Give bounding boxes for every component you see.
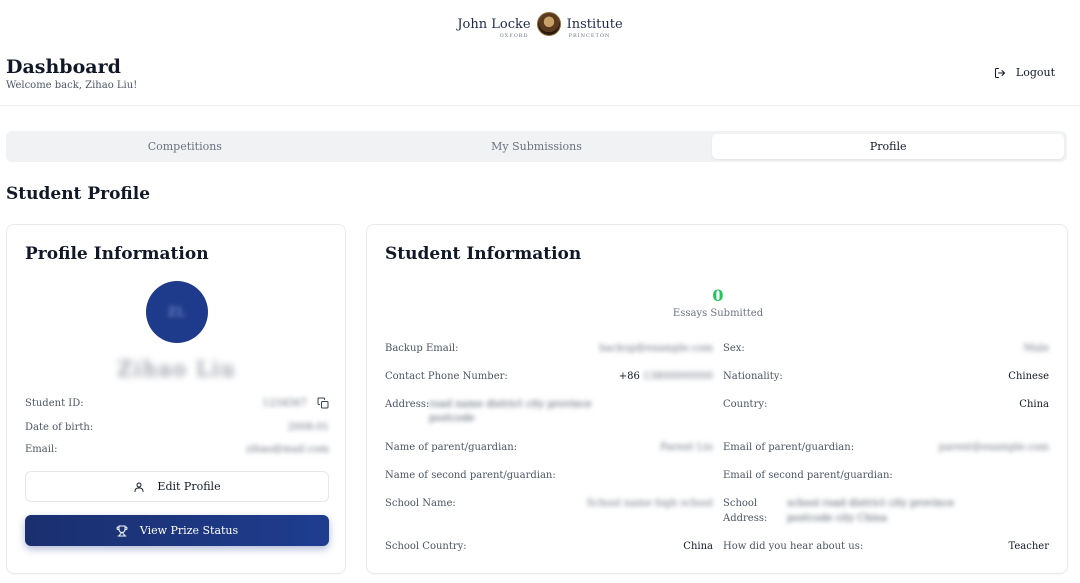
essays-submitted-count: 0	[712, 286, 724, 305]
edit-profile-label: Edit Profile	[157, 480, 221, 493]
referral-source-value: Teacher	[1008, 541, 1049, 552]
backup-email-value: backup@example.com	[599, 343, 713, 354]
portrait-icon	[536, 12, 561, 36]
dob-label: Date of birth:	[25, 422, 94, 433]
logo-subtext-left: OXFORD	[499, 32, 529, 39]
address-value-line2: postcode	[429, 413, 475, 424]
backup-email-label: Backup Email:	[385, 343, 459, 354]
school-address-value-line2: postcode city China	[787, 513, 888, 524]
parent-name-value: Parent Liu	[660, 442, 713, 453]
student-name: Zihao Liu	[117, 357, 237, 381]
email-row: Email: zihao@mail.com	[25, 444, 329, 455]
address-value-line1: road name district city province	[429, 399, 592, 410]
country-label: Country:	[723, 399, 768, 410]
tab-competitions[interactable]: Competitions	[9, 134, 361, 159]
section-title: Student Profile	[6, 184, 151, 204]
second-parent-name-label: Name of second parent/guardian:	[385, 470, 556, 481]
user-icon	[134, 482, 144, 492]
second-parent-email-label: Email of second parent/guardian:	[723, 470, 893, 481]
site-logo[interactable]: John Locke OXFORD Institute PRINCETON	[0, 10, 1080, 39]
page-title: Dashboard	[6, 56, 121, 78]
school-address-value-line1: school road district city province	[787, 498, 955, 509]
trophy-icon	[116, 525, 128, 536]
phone-prefix: +86	[618, 371, 640, 382]
card-title: Profile Information	[25, 244, 209, 264]
school-address-label-line2: Address:	[723, 513, 768, 524]
school-name-value: School name high school	[586, 498, 713, 509]
logo-subtext-right: PRINCETON	[568, 32, 611, 39]
copy-icon[interactable]	[317, 397, 329, 409]
country-value: China	[1019, 399, 1049, 410]
view-prize-status-button[interactable]: View Prize Status	[25, 515, 329, 546]
parent-name-label: Name of parent/guardian:	[385, 442, 518, 453]
sex-value: Male	[1023, 343, 1049, 354]
email-label: Email:	[25, 444, 58, 455]
card-title: Student Information	[385, 244, 582, 264]
student-id-row: Student ID: 1234567	[25, 397, 329, 409]
school-address-label-line1: School	[723, 498, 758, 509]
school-name-label: School Name:	[385, 498, 456, 509]
dob-value: 2008-01	[287, 422, 329, 433]
student-id-value: 1234567	[262, 397, 307, 409]
referral-source-label: How did you hear about us:	[723, 541, 864, 552]
email-value: zihao@mail.com	[245, 444, 329, 455]
essays-submitted-label: Essays Submitted	[672, 308, 764, 319]
tab-my-submissions[interactable]: My Submissions	[361, 134, 713, 159]
logo-text-left: John Locke OXFORD	[457, 16, 531, 39]
phone-number: 13800000000	[643, 371, 713, 382]
header-divider	[0, 105, 1080, 106]
contact-phone-label: Contact Phone Number:	[385, 371, 508, 382]
logout-label: Logout	[1015, 66, 1055, 79]
avatar: ZL	[146, 281, 208, 343]
view-prize-status-label: View Prize Status	[139, 524, 239, 537]
parent-email-value: parent@example.com	[938, 442, 1049, 453]
nationality-value: Chinese	[1008, 371, 1049, 382]
profile-information-card: Profile Information ZL Zihao Liu Student…	[6, 224, 346, 574]
avatar-initials: ZL	[167, 305, 187, 319]
logout-icon	[994, 67, 1005, 78]
sex-label: Sex:	[723, 343, 745, 354]
school-country-label: School Country:	[385, 541, 467, 552]
student-id-label: Student ID:	[25, 397, 84, 409]
dob-row: Date of birth: 2008-01	[25, 422, 329, 433]
logo-text-right: Institute PRINCETON	[566, 16, 623, 39]
logout-button[interactable]: Logout	[994, 66, 1055, 79]
parent-email-label: Email of parent/guardian:	[723, 442, 855, 453]
edit-profile-button[interactable]: Edit Profile	[25, 471, 329, 502]
tab-profile[interactable]: Profile	[712, 134, 1065, 159]
address-label: Address:	[385, 399, 430, 410]
student-information-card: Student Information 0 Essays Submitted B…	[366, 224, 1068, 574]
welcome-message: Welcome back, Zihao Liu!	[6, 80, 138, 91]
school-country-value: China	[683, 541, 713, 552]
nationality-label: Nationality:	[723, 371, 783, 382]
contact-phone-value: +86 13800000000	[619, 371, 713, 382]
tab-bar: Competitions My Submissions Profile	[6, 131, 1067, 162]
